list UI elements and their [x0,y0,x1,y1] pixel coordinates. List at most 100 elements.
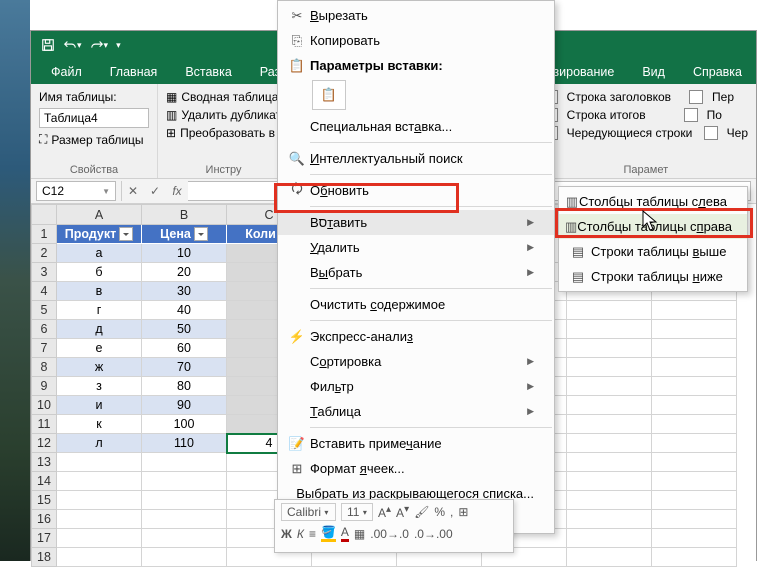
redo-icon[interactable]: ▾ [90,38,109,52]
cell[interactable] [567,510,652,529]
comma-icon[interactable]: , [450,505,453,519]
tab-help[interactable]: Справка [679,60,756,84]
cell[interactable] [567,529,652,548]
cell[interactable] [567,491,652,510]
row-header[interactable]: 10 [32,396,57,415]
paste-option-default[interactable]: 📋 [312,80,346,110]
tab-view[interactable]: Вид [628,60,679,84]
remove-duplicates-button[interactable]: ▥ Удалить дубликат [166,106,281,124]
cm-insert[interactable]: Вסтавить▶ [278,210,554,235]
sm-cols-right[interactable]: ▥Столбцы таблицы справа [559,214,747,239]
cell[interactable] [652,453,737,472]
cm-paste-special[interactable]: Специальная вставка... [278,114,554,139]
cell[interactable] [567,415,652,434]
cell[interactable] [142,510,227,529]
banded-cols-checkbox[interactable] [704,126,718,140]
row-header[interactable]: 16 [32,510,57,529]
resize-table-button[interactable]: ⛶ Размер таблицы [39,130,149,149]
cell[interactable] [567,320,652,339]
cell[interactable]: 20 [142,263,227,282]
enter-formula-icon[interactable]: ✓ [144,184,166,198]
qat-dropdown-icon[interactable]: ▾ [116,40,121,51]
cell[interactable] [57,548,142,567]
cm-cut[interactable]: ✂ВВырезатьырезать [278,3,554,28]
save-icon[interactable] [41,38,55,52]
cell[interactable] [652,548,737,567]
col-header[interactable]: A [57,205,142,225]
col-header[interactable]: B [142,205,227,225]
cell[interactable]: 50 [142,320,227,339]
name-box[interactable]: C12▼ [36,181,116,201]
cell[interactable]: л [57,434,142,453]
increase-font-icon[interactable]: A▴ [378,504,391,520]
cm-smart-lookup[interactable]: 🔍Интеллектуальный поиск [278,146,554,171]
cell[interactable] [142,491,227,510]
cell[interactable] [567,472,652,491]
cell[interactable] [142,472,227,491]
cell[interactable] [567,548,652,567]
cm-table[interactable]: Таблица▶ [278,399,554,424]
cell[interactable]: в [57,282,142,301]
cell[interactable]: з [57,377,142,396]
row-header[interactable]: 2 [32,244,57,263]
cm-refresh[interactable]: 🗘Обновить [278,178,554,203]
tab-home[interactable]: Главная [96,60,172,84]
cm-delete[interactable]: Удалить▶ [278,235,554,260]
cell[interactable]: 70 [142,358,227,377]
cm-filter[interactable]: Фильтр▶ [278,374,554,399]
cell[interactable] [57,529,142,548]
row-header[interactable]: 6 [32,320,57,339]
cell[interactable] [57,453,142,472]
sm-cols-left[interactable]: ▥Столбцы таблицы слева [559,189,747,214]
cell[interactable] [57,491,142,510]
tab-insert[interactable]: Вставка [171,60,245,84]
table-name-input[interactable] [39,108,149,128]
cell[interactable] [652,472,737,491]
cell[interactable]: 90 [142,396,227,415]
cell[interactable] [567,434,652,453]
row-header[interactable]: 15 [32,491,57,510]
cell[interactable]: 110 [142,434,227,453]
cancel-formula-icon[interactable]: ✕ [122,184,144,198]
cell[interactable] [652,339,737,358]
cell[interactable] [652,491,737,510]
cell[interactable] [142,548,227,567]
cell[interactable] [652,320,737,339]
align-icon[interactable]: ≡ [309,527,316,541]
filter-dropdown-icon[interactable] [119,227,133,241]
cell[interactable] [652,396,737,415]
cell[interactable] [652,377,737,396]
cell[interactable] [57,510,142,529]
row-header[interactable]: 7 [32,339,57,358]
cell[interactable] [567,396,652,415]
cell[interactable] [652,510,737,529]
cell[interactable]: 30 [142,282,227,301]
row-header[interactable]: 1 [32,225,57,244]
decrease-font-icon[interactable]: A▾ [396,504,409,520]
row-header[interactable]: 11 [32,415,57,434]
increase-decimal-icon[interactable]: .0→.00 [414,527,453,541]
cell[interactable]: д [57,320,142,339]
cell[interactable] [567,453,652,472]
row-header[interactable]: 4 [32,282,57,301]
fx-icon[interactable]: fx [166,184,188,198]
cm-quick-analysis[interactable]: ⚡Экспресс-анализ [278,324,554,349]
table-header-cell[interactable]: Продукт [57,225,142,244]
filter-dropdown-icon[interactable] [194,227,208,241]
cm-copy[interactable]: ⎘Копировать [278,28,554,53]
last-column-checkbox[interactable] [684,108,698,122]
row-header[interactable]: 17 [32,529,57,548]
cell[interactable] [652,358,737,377]
cell[interactable]: и [57,396,142,415]
cell[interactable] [567,339,652,358]
conditional-format-icon[interactable]: ⊞ [458,505,468,519]
cell[interactable] [567,358,652,377]
row-header[interactable]: 3 [32,263,57,282]
borders-icon[interactable]: ▦ [354,527,365,541]
table-header-cell[interactable]: Цена [142,225,227,244]
cell[interactable] [652,415,737,434]
percent-icon[interactable]: % [434,505,445,519]
row-header[interactable]: 5 [32,301,57,320]
row-header[interactable]: 14 [32,472,57,491]
sm-rows-below[interactable]: ▤Строки таблицы ниже [559,264,747,289]
